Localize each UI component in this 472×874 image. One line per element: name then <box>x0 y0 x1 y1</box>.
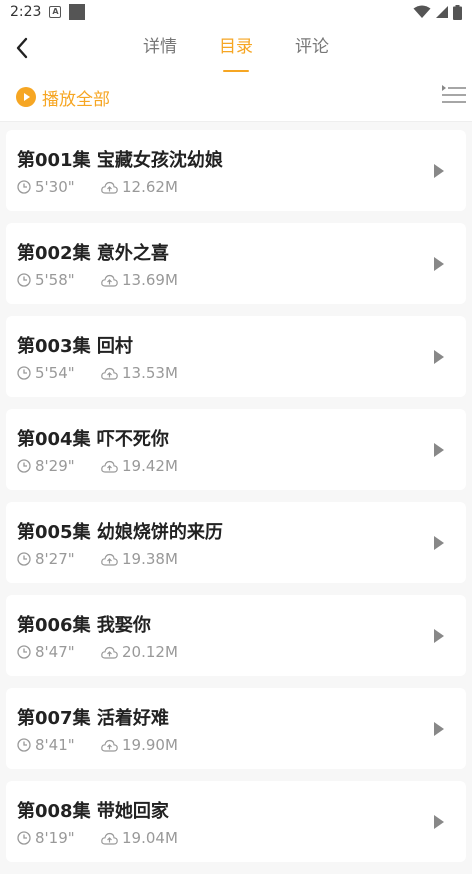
episode-item[interactable]: 第007集 活着好难 8'41" 19.90M <box>6 688 466 769</box>
episode-title: 第005集 幼娘烧饼的来历 <box>17 522 223 543</box>
signal-icon <box>436 6 448 18</box>
header: 详情 目录 评论 <box>0 24 472 76</box>
episode-title: 第002集 意外之喜 <box>17 243 169 264</box>
episode-size: 19.42M <box>122 457 178 475</box>
clock-icon <box>17 459 31 473</box>
clock-icon <box>17 273 31 287</box>
cloud-upload-icon <box>101 460 118 473</box>
back-button[interactable] <box>8 34 36 62</box>
episode-meta: 5'58" 13.69M <box>17 271 178 289</box>
clock-icon <box>17 738 31 752</box>
episode-item[interactable]: 第004集 吓不死你 8'29" 19.42M <box>6 409 466 490</box>
cloud-upload-icon <box>101 832 118 845</box>
episode-item[interactable]: 第006集 我娶你 8'47" 20.12M <box>6 595 466 676</box>
play-triangle-icon[interactable] <box>432 256 446 272</box>
episode-item[interactable]: 第001集 宝藏女孩沈幼娘 5'30" 12.62M <box>6 130 466 211</box>
episode-size: 20.12M <box>122 643 178 661</box>
tab-bar: 详情 目录 评论 <box>0 24 472 76</box>
episode-meta: 8'47" 20.12M <box>17 643 178 661</box>
episode-meta: 8'27" 19.38M <box>17 550 178 568</box>
cloud-upload-icon <box>101 367 118 380</box>
episode-item[interactable]: 第005集 幼娘烧饼的来历 8'27" 19.38M <box>6 502 466 583</box>
cloud-upload-icon <box>101 646 118 659</box>
cloud-upload-icon <box>101 274 118 287</box>
episode-duration: 8'29" <box>35 457 75 475</box>
episode-title: 第007集 活着好难 <box>17 708 169 729</box>
episode-size: 19.90M <box>122 736 178 754</box>
cloud-upload-icon <box>101 553 118 566</box>
tab-comments[interactable]: 评论 <box>274 24 350 76</box>
episode-duration: 8'41" <box>35 736 75 754</box>
back-arrow-icon <box>16 37 28 59</box>
clock-icon <box>17 366 31 380</box>
play-triangle-icon[interactable] <box>432 349 446 365</box>
clock-icon <box>17 552 31 566</box>
status-time: 2:23 <box>10 4 42 20</box>
episode-size: 12.62M <box>122 178 178 196</box>
list-menu-icon <box>442 85 466 103</box>
action-bar: 播放全部 <box>0 76 472 122</box>
episode-duration: 8'19" <box>35 829 75 847</box>
episode-item[interactable]: 第003集 回村 5'54" 13.53M <box>6 316 466 397</box>
episode-list: 第001集 宝藏女孩沈幼娘 5'30" 12.62M 第002集 意外之喜 5'… <box>0 130 472 874</box>
play-triangle-icon[interactable] <box>432 721 446 737</box>
episode-duration: 5'30" <box>35 178 75 196</box>
play-all-button[interactable]: 播放全部 <box>16 83 110 111</box>
play-all-label: 播放全部 <box>42 89 110 110</box>
wifi-icon <box>413 5 431 18</box>
episode-duration: 8'27" <box>35 550 75 568</box>
clock-icon <box>17 831 31 845</box>
notification-square-icon <box>69 4 86 20</box>
episode-size: 19.38M <box>122 550 178 568</box>
episode-meta: 8'29" 19.42M <box>17 457 178 475</box>
episode-meta: 8'19" 19.04M <box>17 829 178 847</box>
play-triangle-icon[interactable] <box>432 814 446 830</box>
episode-size: 13.53M <box>122 364 178 382</box>
episode-size: 13.69M <box>122 271 178 289</box>
episode-title: 第001集 宝藏女孩沈幼娘 <box>17 150 223 171</box>
episode-item[interactable]: 第008集 带她回家 8'19" 19.04M <box>6 781 466 862</box>
episode-meta: 5'54" 13.53M <box>17 364 178 382</box>
episode-item[interactable]: 第002集 意外之喜 5'58" 13.69M <box>6 223 466 304</box>
episode-title: 第008集 带她回家 <box>17 801 169 822</box>
tab-catalog[interactable]: 目录 <box>198 24 274 76</box>
episode-duration: 5'54" <box>35 364 75 382</box>
play-triangle-icon[interactable] <box>432 442 446 458</box>
play-triangle-icon[interactable] <box>432 628 446 644</box>
cloud-upload-icon <box>101 739 118 752</box>
episode-size: 19.04M <box>122 829 178 847</box>
play-triangle-icon[interactable] <box>432 163 446 179</box>
episode-title: 第004集 吓不死你 <box>17 429 169 450</box>
episode-meta: 5'30" 12.62M <box>17 178 178 196</box>
clock-icon <box>17 180 31 194</box>
cloud-upload-icon <box>101 181 118 194</box>
episode-meta: 8'41" 19.90M <box>17 736 178 754</box>
episode-duration: 5'58" <box>35 271 75 289</box>
play-triangle-icon[interactable] <box>432 535 446 551</box>
list-sort-button[interactable] <box>438 80 468 110</box>
episode-title: 第006集 我娶你 <box>17 615 151 636</box>
play-circle-icon <box>16 87 36 107</box>
episode-title: 第003集 回村 <box>17 336 133 357</box>
notification-a-icon: A <box>49 6 62 18</box>
episode-duration: 8'47" <box>35 643 75 661</box>
status-bar: 2:23 A <box>0 0 472 24</box>
clock-icon <box>17 645 31 659</box>
tab-details[interactable]: 详情 <box>122 24 198 76</box>
battery-icon <box>453 4 462 20</box>
